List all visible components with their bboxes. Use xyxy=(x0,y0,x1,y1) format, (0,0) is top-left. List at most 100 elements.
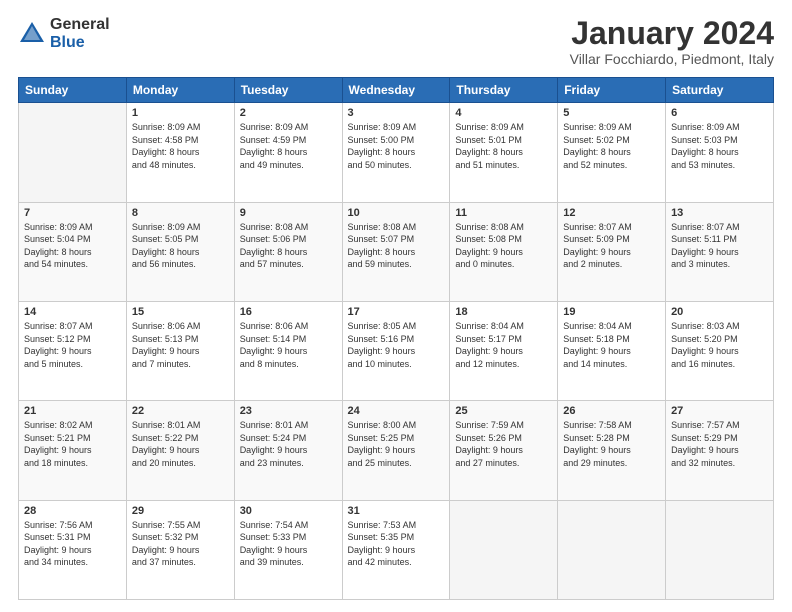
calendar-cell: 12 Sunrise: 8:07 AM Sunset: 5:09 PM Dayli… xyxy=(558,202,666,301)
day-number: 1 xyxy=(132,107,229,119)
day-info: Sunrise: 8:08 AM Sunset: 5:08 PM Dayligh… xyxy=(455,221,552,271)
logo-general-text: General xyxy=(50,16,110,34)
day-info: Sunrise: 8:08 AM Sunset: 5:07 PM Dayligh… xyxy=(348,221,445,271)
day-info: Sunrise: 7:54 AM Sunset: 5:33 PM Dayligh… xyxy=(240,519,337,569)
day-number: 20 xyxy=(671,306,768,318)
day-number: 21 xyxy=(24,405,121,417)
calendar-cell: 24 Sunrise: 8:00 AM Sunset: 5:25 PM Dayli… xyxy=(342,401,450,500)
day-number: 18 xyxy=(455,306,552,318)
day-info: Sunrise: 8:07 AM Sunset: 5:09 PM Dayligh… xyxy=(563,221,660,271)
calendar-cell: 17 Sunrise: 8:05 AM Sunset: 5:16 PM Dayli… xyxy=(342,301,450,400)
day-info: Sunrise: 8:09 AM Sunset: 4:58 PM Dayligh… xyxy=(132,121,229,171)
page: General Blue January 2024 Villar Focchia… xyxy=(0,0,792,612)
day-number: 14 xyxy=(24,306,121,318)
title-block: January 2024 Villar Focchiardo, Piedmont… xyxy=(570,16,774,67)
day-number: 26 xyxy=(563,405,660,417)
day-info: Sunrise: 8:06 AM Sunset: 5:13 PM Dayligh… xyxy=(132,320,229,370)
calendar-cell: 1 Sunrise: 8:09 AM Sunset: 4:58 PM Daylig… xyxy=(126,103,234,202)
calendar-cell xyxy=(558,500,666,599)
day-info: Sunrise: 8:04 AM Sunset: 5:18 PM Dayligh… xyxy=(563,320,660,370)
month-title: January 2024 xyxy=(570,16,774,51)
day-number: 19 xyxy=(563,306,660,318)
calendar-week-row: 7 Sunrise: 8:09 AM Sunset: 5:04 PM Daylig… xyxy=(19,202,774,301)
day-number: 9 xyxy=(240,207,337,219)
day-info: Sunrise: 7:59 AM Sunset: 5:26 PM Dayligh… xyxy=(455,419,552,469)
day-number: 7 xyxy=(24,207,121,219)
day-number: 13 xyxy=(671,207,768,219)
day-info: Sunrise: 8:04 AM Sunset: 5:17 PM Dayligh… xyxy=(455,320,552,370)
day-info: Sunrise: 8:09 AM Sunset: 5:01 PM Dayligh… xyxy=(455,121,552,171)
calendar-cell: 10 Sunrise: 8:08 AM Sunset: 5:07 PM Dayli… xyxy=(342,202,450,301)
calendar-cell xyxy=(19,103,127,202)
day-info: Sunrise: 8:01 AM Sunset: 5:24 PM Dayligh… xyxy=(240,419,337,469)
day-number: 8 xyxy=(132,207,229,219)
weekday-header-saturday: Saturday xyxy=(666,78,774,103)
day-number: 27 xyxy=(671,405,768,417)
calendar-cell: 18 Sunrise: 8:04 AM Sunset: 5:17 PM Dayli… xyxy=(450,301,558,400)
day-info: Sunrise: 8:06 AM Sunset: 5:14 PM Dayligh… xyxy=(240,320,337,370)
calendar-cell: 13 Sunrise: 8:07 AM Sunset: 5:11 PM Dayli… xyxy=(666,202,774,301)
calendar-cell: 31Sunrise: 7:53 AM Sunset: 5:35 PM Dayli… xyxy=(342,500,450,599)
weekday-header-row: SundayMondayTuesdayWednesdayThursdayFrid… xyxy=(19,78,774,103)
day-info: Sunrise: 8:05 AM Sunset: 5:16 PM Dayligh… xyxy=(348,320,445,370)
day-info: Sunrise: 8:09 AM Sunset: 5:05 PM Dayligh… xyxy=(132,221,229,271)
logo: General Blue xyxy=(18,16,110,51)
day-info: Sunrise: 7:55 AM Sunset: 5:32 PM Dayligh… xyxy=(132,519,229,569)
calendar-cell: 6Sunrise: 8:09 AM Sunset: 5:03 PM Daylig… xyxy=(666,103,774,202)
weekday-header-thursday: Thursday xyxy=(450,78,558,103)
calendar-cell: 16 Sunrise: 8:06 AM Sunset: 5:14 PM Dayli… xyxy=(234,301,342,400)
calendar-cell: 2Sunrise: 8:09 AM Sunset: 4:59 PM Daylig… xyxy=(234,103,342,202)
calendar-cell: 9Sunrise: 8:08 AM Sunset: 5:06 PM Daylig… xyxy=(234,202,342,301)
day-info: Sunrise: 8:02 AM Sunset: 5:21 PM Dayligh… xyxy=(24,419,121,469)
calendar-cell: 27 Sunrise: 7:57 AM Sunset: 5:29 PM Dayli… xyxy=(666,401,774,500)
logo-text: General Blue xyxy=(50,16,110,51)
weekday-header-friday: Friday xyxy=(558,78,666,103)
day-info: Sunrise: 8:07 AM Sunset: 5:11 PM Dayligh… xyxy=(671,221,768,271)
day-number: 16 xyxy=(240,306,337,318)
calendar-cell: 4 Sunrise: 8:09 AM Sunset: 5:01 PM Daylig… xyxy=(450,103,558,202)
day-number: 4 xyxy=(455,107,552,119)
calendar-cell xyxy=(666,500,774,599)
day-number: 17 xyxy=(348,306,445,318)
day-number: 23 xyxy=(240,405,337,417)
location-text: Villar Focchiardo, Piedmont, Italy xyxy=(570,51,774,67)
day-number: 10 xyxy=(348,207,445,219)
weekday-header-tuesday: Tuesday xyxy=(234,78,342,103)
day-number: 24 xyxy=(348,405,445,417)
calendar-cell: 20Sunrise: 8:03 AM Sunset: 5:20 PM Dayli… xyxy=(666,301,774,400)
calendar-cell: 29 Sunrise: 7:55 AM Sunset: 5:32 PM Dayli… xyxy=(126,500,234,599)
calendar-cell: 23 Sunrise: 8:01 AM Sunset: 5:24 PM Dayli… xyxy=(234,401,342,500)
day-info: Sunrise: 8:09 AM Sunset: 5:04 PM Dayligh… xyxy=(24,221,121,271)
day-info: Sunrise: 8:00 AM Sunset: 5:25 PM Dayligh… xyxy=(348,419,445,469)
calendar-cell: 30 Sunrise: 7:54 AM Sunset: 5:33 PM Dayli… xyxy=(234,500,342,599)
day-number: 2 xyxy=(240,107,337,119)
calendar-cell: 15Sunrise: 8:06 AM Sunset: 5:13 PM Dayli… xyxy=(126,301,234,400)
calendar-cell: 7 Sunrise: 8:09 AM Sunset: 5:04 PM Daylig… xyxy=(19,202,127,301)
day-info: Sunrise: 8:07 AM Sunset: 5:12 PM Dayligh… xyxy=(24,320,121,370)
weekday-header-sunday: Sunday xyxy=(19,78,127,103)
day-number: 29 xyxy=(132,505,229,517)
calendar-week-row: 21 Sunrise: 8:02 AM Sunset: 5:21 PM Dayli… xyxy=(19,401,774,500)
day-number: 3 xyxy=(348,107,445,119)
day-number: 30 xyxy=(240,505,337,517)
calendar-week-row: 28Sunrise: 7:56 AM Sunset: 5:31 PM Dayli… xyxy=(19,500,774,599)
calendar-cell: 26 Sunrise: 7:58 AM Sunset: 5:28 PM Dayli… xyxy=(558,401,666,500)
calendar-cell: 11Sunrise: 8:08 AM Sunset: 5:08 PM Dayli… xyxy=(450,202,558,301)
calendar-cell: 22Sunrise: 8:01 AM Sunset: 5:22 PM Dayli… xyxy=(126,401,234,500)
calendar-cell: 5Sunrise: 8:09 AM Sunset: 5:02 PM Daylig… xyxy=(558,103,666,202)
day-info: Sunrise: 8:09 AM Sunset: 5:03 PM Dayligh… xyxy=(671,121,768,171)
calendar-cell: 19 Sunrise: 8:04 AM Sunset: 5:18 PM Dayli… xyxy=(558,301,666,400)
logo-icon xyxy=(18,20,46,48)
calendar-week-row: 14 Sunrise: 8:07 AM Sunset: 5:12 PM Dayli… xyxy=(19,301,774,400)
calendar-cell: 28Sunrise: 7:56 AM Sunset: 5:31 PM Dayli… xyxy=(19,500,127,599)
calendar-week-row: 1 Sunrise: 8:09 AM Sunset: 4:58 PM Daylig… xyxy=(19,103,774,202)
day-number: 12 xyxy=(563,207,660,219)
day-info: Sunrise: 8:09 AM Sunset: 5:02 PM Dayligh… xyxy=(563,121,660,171)
day-info: Sunrise: 7:56 AM Sunset: 5:31 PM Dayligh… xyxy=(24,519,121,569)
calendar-table: SundayMondayTuesdayWednesdayThursdayFrid… xyxy=(18,77,774,600)
day-info: Sunrise: 7:57 AM Sunset: 5:29 PM Dayligh… xyxy=(671,419,768,469)
day-info: Sunrise: 8:09 AM Sunset: 5:00 PM Dayligh… xyxy=(348,121,445,171)
day-info: Sunrise: 7:58 AM Sunset: 5:28 PM Dayligh… xyxy=(563,419,660,469)
day-number: 22 xyxy=(132,405,229,417)
day-number: 25 xyxy=(455,405,552,417)
